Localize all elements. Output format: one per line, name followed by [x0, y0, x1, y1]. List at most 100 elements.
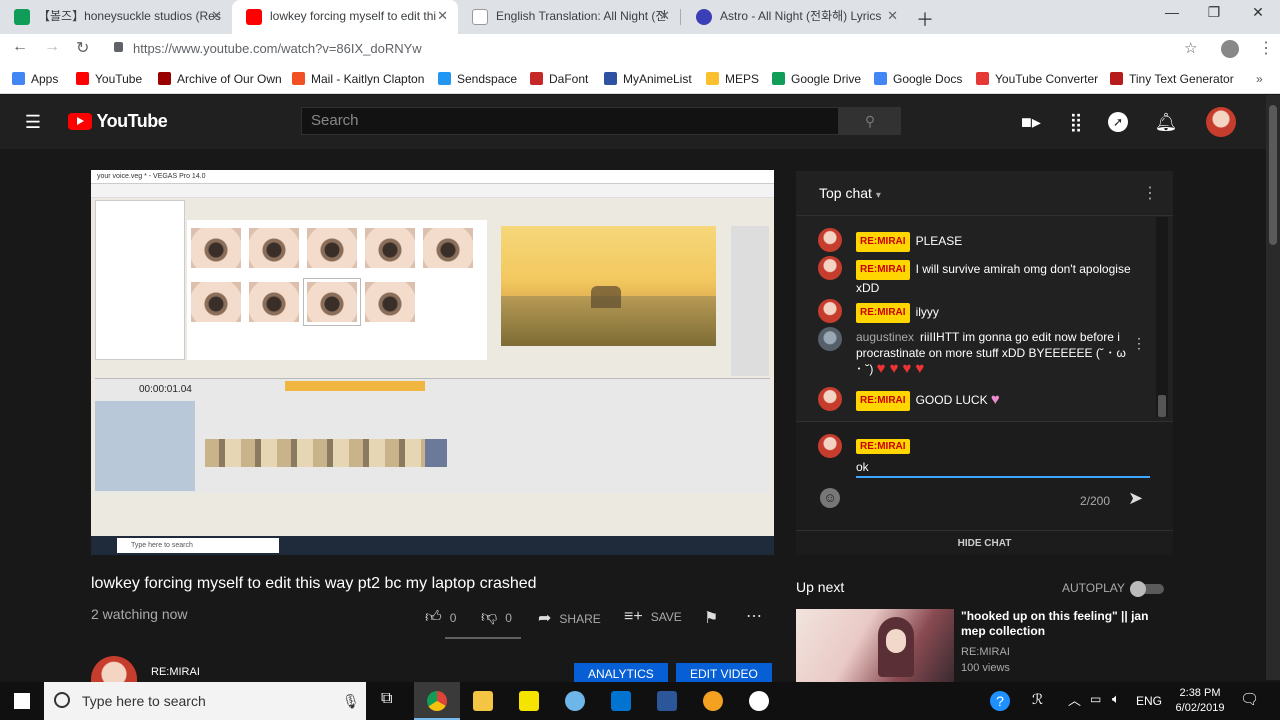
sticky-notes-icon[interactable] [519, 691, 539, 711]
bookmark-apps[interactable]: Apps [12, 64, 58, 94]
chat-menu-kebab-icon[interactable]: ⋮ [1142, 183, 1158, 203]
network-icon[interactable]: ▭ [1090, 692, 1101, 706]
extension-icon[interactable] [1221, 40, 1239, 58]
account-avatar[interactable] [1206, 107, 1236, 137]
owner-badge: RE:MIRAI [856, 232, 910, 252]
vegas-pro-icon[interactable] [611, 691, 631, 711]
share-button[interactable]: ➦ SHARE [538, 608, 601, 628]
bookmark-mail[interactable]: Mail - Kaitlyn Clapton [292, 64, 424, 94]
video-player[interactable]: your voice.veg * - VEGAS Pro 14.0 00:00:… [91, 170, 774, 555]
restore-button[interactable]: ❐ [1194, 4, 1234, 21]
lock-icon [114, 42, 123, 52]
autoplay-toggle[interactable] [1130, 581, 1164, 597]
more-horizontal-icon: ⋯ [746, 608, 762, 625]
close-window-button[interactable]: ✕ [1238, 4, 1278, 21]
url-field[interactable]: https://www.youtube.com/watch?v=86IX_doR… [133, 37, 1233, 61]
back-icon[interactable]: ← [12, 38, 28, 56]
bookmark-ao3[interactable]: Archive of Our Own [158, 64, 282, 94]
chat-scroll-thumb[interactable] [1158, 395, 1166, 417]
new-tab-button[interactable]: ＋ [916, 6, 934, 32]
inner-effects-list [95, 200, 185, 360]
more-bookmarks-icon[interactable]: » [1256, 64, 1263, 94]
bookmark-myanimelist[interactable]: MyAnimeList [604, 64, 692, 94]
windows-start-icon[interactable] [14, 693, 30, 709]
action-center-icon[interactable]: 🗨︎ [1240, 690, 1259, 708]
browser-tab-3[interactable]: English Translation: All Night (전 ✕ [458, 0, 680, 34]
up-next-channel: RE:MIRAI [961, 646, 1010, 658]
create-video-icon[interactable]: ■▸ [1018, 109, 1044, 135]
chat-scrollbar[interactable] [1156, 217, 1168, 417]
microphone-icon[interactable]: 🎙︎ [342, 682, 360, 720]
chat-message-input[interactable]: ok [856, 458, 1150, 478]
app-icon[interactable] [565, 691, 585, 711]
playlist-add-icon: ≡+ [624, 608, 643, 625]
clock-time: 2:38 PM [1179, 687, 1221, 699]
inner-windows-taskbar: Type here to search [91, 536, 774, 555]
bookmark-star-icon[interactable]: ☆ [1184, 39, 1197, 57]
bookmark-meps[interactable]: MEPS [706, 64, 759, 94]
tab-title: 【볼즈】honeysuckle studios (Res [38, 9, 221, 23]
itunes-icon[interactable] [749, 691, 769, 711]
youtube-logo[interactable]: YouTube [68, 111, 168, 132]
bookmark-youtube-converter[interactable]: YouTube Converter [976, 64, 1098, 94]
owner-badge: RE:MIRAI [856, 391, 910, 411]
send-icon[interactable]: ➤ [1128, 488, 1143, 509]
message-menu-kebab-icon[interactable]: ⋮ [1132, 335, 1146, 352]
close-tab-icon[interactable]: ✕ [211, 0, 222, 32]
bookmark-sendspace[interactable]: Sendspace [438, 64, 517, 94]
people-icon[interactable]: ℛ [1032, 691, 1043, 708]
ao3-icon [158, 72, 171, 85]
messages-icon[interactable]: ➚ [1108, 112, 1128, 132]
task-view-icon[interactable]: ⧉ [381, 690, 392, 708]
like-button[interactable]: 👍︎ 0 [425, 608, 456, 627]
bookmark-google-drive[interactable]: Google Drive [772, 64, 861, 94]
save-button[interactable]: ≡+ SAVE [624, 608, 682, 626]
bookmark-google-docs[interactable]: Google Docs [874, 64, 962, 94]
browser-tab-1[interactable]: 【볼즈】honeysuckle studios (Res ✕ [0, 0, 232, 34]
taskbar-chrome[interactable] [414, 682, 460, 720]
chat-mode-dropdown[interactable]: Top chat ▾ [819, 185, 881, 201]
dislike-button[interactable]: 👎︎ 0 [481, 608, 512, 627]
up-next-video-title[interactable]: "hooked up on this feeling" || jan mep c… [961, 609, 1161, 639]
input-language[interactable]: ENG [1136, 694, 1162, 708]
inner-app-titlebar: your voice.veg * - VEGAS Pro 14.0 [91, 170, 774, 184]
close-tab-icon[interactable]: ✕ [887, 0, 898, 32]
emoji-picker-icon[interactable]: ☺ [820, 488, 840, 508]
system-clock[interactable]: 2:38 PM 6/02/2019 [1170, 686, 1230, 716]
show-hidden-icons[interactable]: ︿ [1068, 690, 1081, 709]
word-icon[interactable] [657, 691, 677, 711]
apps-grid-icon[interactable]: ⣿ [1063, 109, 1089, 135]
app-icon[interactable] [703, 691, 723, 711]
hamburger-menu-icon[interactable]: ☰ [20, 109, 46, 135]
menu-kebab-icon[interactable]: ⋮ [1258, 38, 1274, 58]
minimize-button[interactable]: — [1152, 4, 1192, 20]
page-scrollbar[interactable] [1266, 95, 1280, 680]
notifications-bell-icon[interactable]: 🔔︎ [1153, 109, 1179, 135]
heart-emoji: ♥♥♥♥ [876, 360, 929, 377]
bookmark-youtube[interactable]: YouTube [76, 64, 142, 94]
help-icon[interactable]: ? [990, 691, 1010, 711]
volume-icon[interactable]: 🔈︎ [1112, 691, 1120, 707]
up-next-thumbnail[interactable] [796, 609, 954, 682]
hide-chat-button[interactable]: HIDE CHAT [796, 530, 1173, 556]
bookmark-dafont[interactable]: DaFont [530, 64, 588, 94]
search-button[interactable]: ⚲ [839, 107, 901, 135]
browser-tab-2[interactable]: lowkey forcing myself to edit thi ✕ [232, 0, 458, 34]
browser-tab-4[interactable]: Astro - All Night (전화해) Lyrics ✕ [682, 0, 908, 34]
close-tab-icon[interactable]: ✕ [659, 0, 670, 32]
reload-icon[interactable]: ↻ [76, 38, 89, 58]
more-actions-button[interactable]: ⋯ [746, 606, 770, 626]
inner-marker-bar [285, 381, 425, 391]
preset-thumbnail [365, 228, 415, 268]
search-input[interactable]: Search [301, 107, 839, 135]
file-explorer-icon[interactable] [473, 691, 493, 711]
bookmark-tiny-text[interactable]: Tiny Text Generator [1110, 64, 1234, 94]
close-tab-icon[interactable]: ✕ [437, 0, 448, 32]
inner-menu-bar [91, 184, 774, 198]
report-button[interactable]: ⚑ [704, 608, 726, 628]
scrollbar-thumb[interactable] [1269, 105, 1277, 245]
chat-avatar [818, 299, 842, 323]
forward-icon[interactable]: → [44, 38, 60, 56]
channel-name[interactable]: RE:MIRAI [151, 666, 200, 678]
taskbar-search[interactable]: Type here to search 🎙︎ [44, 682, 366, 720]
